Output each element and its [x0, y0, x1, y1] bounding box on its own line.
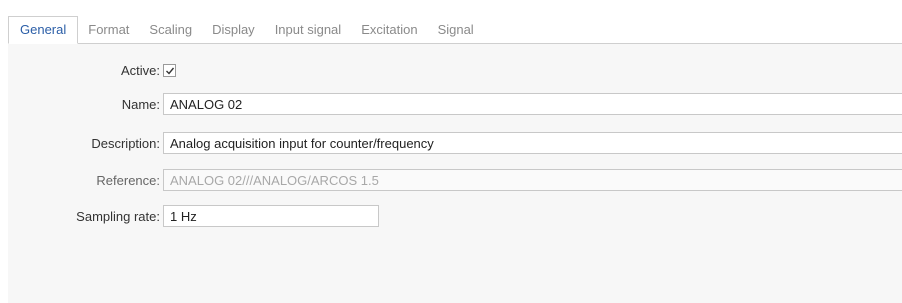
- tab-general[interactable]: General: [8, 16, 79, 44]
- tab-input-signal[interactable]: Input signal: [265, 17, 352, 43]
- description-field[interactable]: Analog acquisition input for counter/fre…: [163, 132, 902, 154]
- tab-excitation[interactable]: Excitation: [351, 17, 427, 43]
- active-checkbox[interactable]: [163, 64, 176, 77]
- checkmark-icon: [166, 67, 175, 75]
- general-settings-panel: Active: Name: ANALOG 02 Description: Ana…: [8, 44, 902, 303]
- tab-display[interactable]: Display: [202, 17, 265, 43]
- tab-scaling[interactable]: Scaling: [139, 17, 202, 43]
- sampling-rate-row: Sampling rate: 1 Hz: [8, 205, 902, 229]
- reference-label: Reference:: [96, 173, 160, 188]
- tab-format[interactable]: Format: [78, 17, 139, 43]
- active-label: Active:: [120, 63, 160, 78]
- name-field[interactable]: ANALOG 02: [163, 93, 902, 115]
- sampling-rate-label: Sampling rate:: [76, 209, 160, 224]
- description-label: Description:: [91, 136, 160, 151]
- active-row: Active:: [8, 59, 902, 83]
- top-strip: [0, 0, 902, 16]
- tab-bar: General Format Scaling Display Input sig…: [8, 16, 902, 44]
- reference-field: ANALOG 02///ANALOG/ARCOS 1.5: [163, 169, 902, 191]
- sampling-rate-field[interactable]: 1 Hz: [163, 205, 379, 227]
- name-label: Name:: [121, 97, 160, 112]
- tab-signal[interactable]: Signal: [428, 17, 484, 43]
- description-row: Description: Analog acquisition input fo…: [8, 132, 902, 156]
- reference-row: Reference: ANALOG 02///ANALOG/ARCOS 1.5: [8, 169, 902, 193]
- name-row: Name: ANALOG 02: [8, 93, 902, 117]
